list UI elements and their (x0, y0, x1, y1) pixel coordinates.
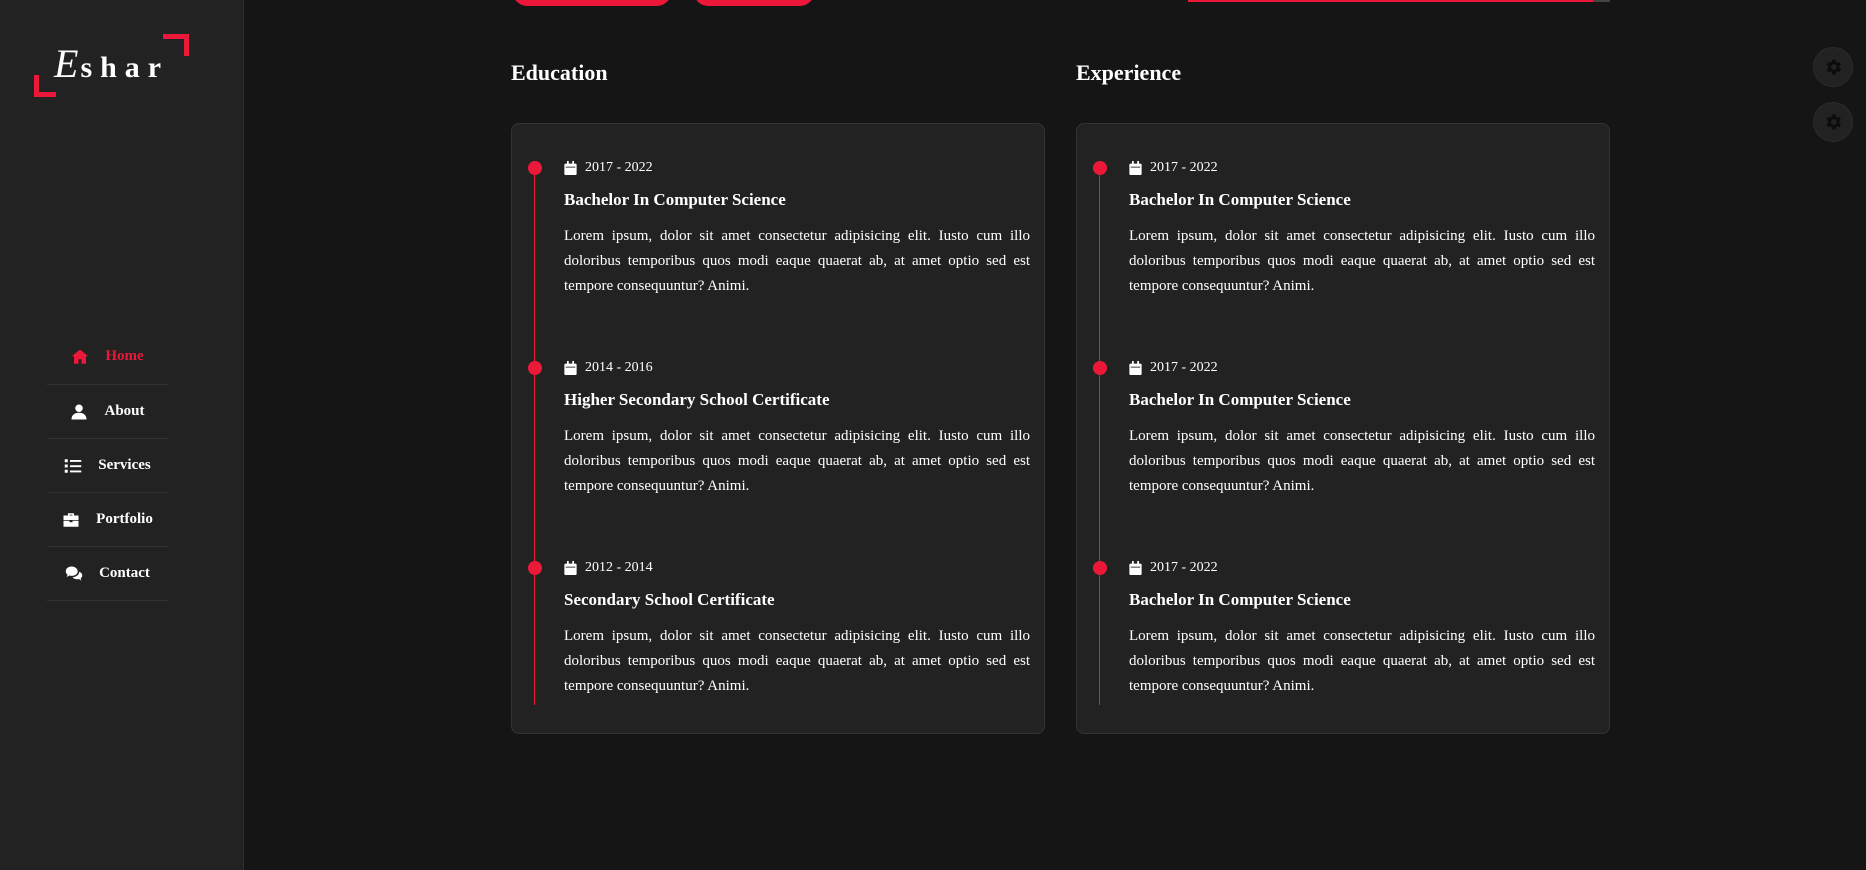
timeline-text: Lorem ipsum, dolor sit amet consectetur … (564, 228, 1030, 294)
timeline-dot (528, 561, 542, 575)
timeline-title: Higher Secondary School Certificate (564, 390, 830, 409)
nav-item-services[interactable]: Services (47, 439, 168, 493)
timeline-date: 2014 - 2016 (564, 360, 653, 376)
top-button-2[interactable] (694, 0, 814, 6)
progress-fill (1188, 0, 1593, 2)
experience-card: 2017 - 2022 Bachelor In Computer Science… (1076, 123, 1610, 734)
calendar-icon (1129, 561, 1142, 575)
timeline-date: 2012 - 2014 (564, 560, 653, 576)
timeline-dot (1093, 161, 1107, 175)
briefcase-icon (62, 511, 80, 529)
nav-item-label: Contact (99, 565, 150, 581)
nav-item-home[interactable]: Home (47, 348, 168, 385)
home-icon (71, 348, 89, 366)
nav-item-label: Home (105, 348, 144, 364)
timeline-title: Bachelor In Computer Science (564, 190, 786, 209)
timeline-dot (1093, 361, 1107, 375)
timeline-date: 2017 - 2022 (1129, 560, 1218, 576)
timeline-dot (528, 361, 542, 375)
timeline-date: 2017 - 2022 (1129, 360, 1218, 376)
timeline-line (1099, 162, 1100, 705)
calendar-icon (1129, 161, 1142, 175)
logo-rest: shar (80, 51, 170, 84)
timeline-text: Lorem ipsum, dolor sit amet consectetur … (1129, 628, 1595, 694)
logo-corner-bottom-left (34, 75, 56, 97)
timeline-title: Bachelor In Computer Science (1129, 190, 1351, 209)
sidebar: Eshar Home About Services Portfolio Cont… (0, 0, 244, 870)
timeline-title: Secondary School Certificate (564, 590, 775, 609)
timeline-dot (528, 161, 542, 175)
nav-item-contact[interactable]: Contact (47, 547, 168, 601)
education-card: 2017 - 2022 Bachelor In Computer Science… (511, 123, 1045, 734)
nav-item-label: About (104, 403, 145, 419)
timeline-text: Lorem ipsum, dolor sit amet consectetur … (1129, 228, 1595, 294)
logo[interactable]: Eshar (34, 34, 189, 100)
nav-item-about[interactable]: About (47, 385, 168, 439)
timeline-title: Bachelor In Computer Science (1129, 590, 1351, 609)
calendar-icon (564, 561, 577, 575)
timeline-text: Lorem ipsum, dolor sit amet consectetur … (564, 628, 1030, 694)
timeline-date: 2017 - 2022 (1129, 160, 1218, 176)
logo-first-letter: E (54, 41, 81, 86)
timeline-line (534, 162, 535, 705)
main-nav: Home About Services Portfolio Contact (47, 348, 168, 601)
comments-icon (65, 565, 83, 583)
user-icon (70, 403, 88, 421)
top-button-1[interactable] (513, 0, 671, 6)
logo-text: Eshar (54, 40, 169, 87)
nav-item-portfolio[interactable]: Portfolio (47, 493, 168, 547)
gear-icon (1826, 59, 1841, 75)
experience-title: Experience (1076, 60, 1182, 85)
timeline-date: 2017 - 2022 (564, 160, 653, 176)
nav-item-label: Portfolio (96, 511, 153, 527)
gear-icon (1826, 114, 1841, 130)
list-icon (64, 457, 82, 475)
calendar-icon (564, 361, 577, 375)
calendar-icon (1129, 361, 1142, 375)
nav-item-label: Services (98, 457, 151, 473)
timeline-dot (1093, 561, 1107, 575)
settings-button[interactable] (1813, 102, 1853, 142)
calendar-icon (564, 161, 577, 175)
style-switcher-toggle[interactable] (1813, 47, 1853, 87)
education-title: Education (511, 60, 608, 85)
timeline-title: Bachelor In Computer Science (1129, 390, 1351, 409)
timeline-text: Lorem ipsum, dolor sit amet consectetur … (564, 428, 1030, 494)
timeline-text: Lorem ipsum, dolor sit amet consectetur … (1129, 428, 1595, 494)
